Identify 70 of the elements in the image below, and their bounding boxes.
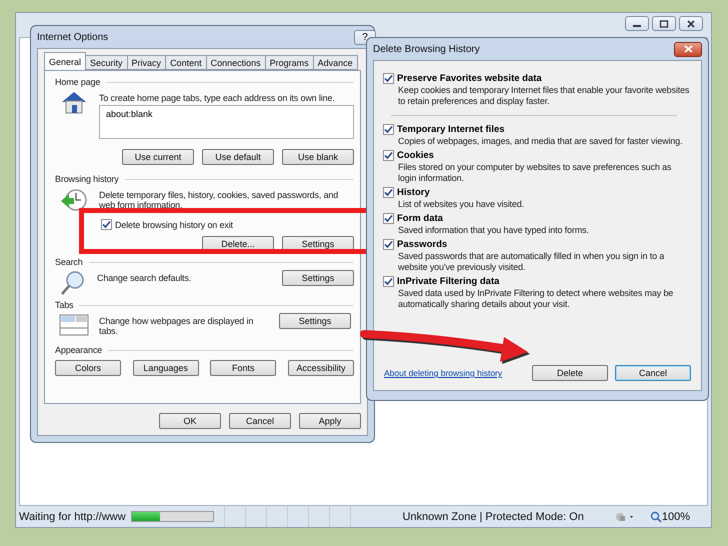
search-settings-button[interactable]: Settings xyxy=(282,270,354,286)
tab[interactable]: Privacy xyxy=(126,55,166,70)
zoom-level[interactable]: 100% xyxy=(662,510,690,522)
zoom-icon[interactable] xyxy=(650,510,662,522)
option-description: Saved passwords that are automatically filled in when you sign in to a website you've previously visited. xyxy=(398,251,666,273)
close-button[interactable] xyxy=(679,16,703,31)
group-label: Browsing history xyxy=(55,174,119,184)
close-button[interactable] xyxy=(674,42,702,56)
dialog-title: Delete Browsing History xyxy=(373,44,480,54)
checkbox-label: Delete browsing history on exit xyxy=(115,220,233,230)
maximize-button[interactable] xyxy=(652,16,676,31)
option-description: Files stored on your computer by websites to save preferences such as login information. xyxy=(398,162,672,184)
tab[interactable]: Connections xyxy=(206,55,266,70)
dialog-button[interactable]: Delete xyxy=(532,365,608,381)
appearance-button[interactable]: Languages xyxy=(132,360,199,376)
dialog-button[interactable]: Cancel xyxy=(229,413,291,429)
checkbox[interactable] xyxy=(383,213,394,224)
home-page-button[interactable]: Use blank xyxy=(282,149,354,165)
status-text: Waiting for http://www xyxy=(19,510,127,522)
dialog-button[interactable]: Apply xyxy=(299,413,361,429)
appearance-button[interactable]: Colors xyxy=(55,360,121,376)
option-label: Cookies xyxy=(397,150,434,161)
dialog-title: Internet Options xyxy=(37,32,108,42)
option-label: InPrivate Filtering data xyxy=(397,276,500,287)
dialog-button[interactable]: OK xyxy=(159,413,221,429)
option-description: List of websites you have visited. xyxy=(398,199,525,210)
option-description: Saved data used by InPrivate Filtering to detect where websites may be automatically sharing details about your visit. xyxy=(398,288,674,310)
tabs-text: Change how webpages are displayed in tabs. xyxy=(99,316,254,336)
close-icon xyxy=(684,45,692,53)
checkbox[interactable] xyxy=(383,187,394,198)
option-label: Form data xyxy=(397,213,443,224)
minimize-button[interactable] xyxy=(625,16,649,31)
help-link[interactable]: About deleting browsing history xyxy=(384,368,502,378)
home-page-button[interactable]: Use default xyxy=(202,149,274,165)
appearance-button[interactable]: Fonts xyxy=(210,360,276,376)
option-label: Temporary Internet files xyxy=(397,124,505,135)
tabs-settings-button[interactable]: Settings xyxy=(279,313,351,329)
group-label: Appearance xyxy=(55,345,102,355)
appearance-button[interactable]: Accessibility xyxy=(288,360,354,376)
tab[interactable]: Programs xyxy=(264,55,314,70)
option-label: History xyxy=(397,187,430,198)
close-icon xyxy=(686,20,696,28)
maximize-icon xyxy=(659,20,669,28)
home-page-text: To create home page tabs, type each address on its own line. xyxy=(99,93,336,103)
checkbox[interactable] xyxy=(383,239,394,250)
tabs-icon xyxy=(59,313,89,337)
group-label: Home page xyxy=(55,77,100,87)
option-description: Saved information that you have typed into forms. xyxy=(398,225,590,236)
zone-text: Unknown Zone | Protected Mode: On xyxy=(402,510,584,522)
tab[interactable]: Advance xyxy=(312,55,358,70)
home-page-button[interactable]: Use current xyxy=(122,149,194,165)
browsing-history-text: Delete temporary files, history, cookies, saved passwords, and web form information. xyxy=(99,190,340,210)
option-label: Preserve Favorites website data xyxy=(397,73,542,84)
group-label: Tabs xyxy=(55,300,74,310)
search-text: Change search defaults. xyxy=(97,273,192,283)
dialog-button[interactable]: Cancel xyxy=(615,365,691,381)
clock-icon xyxy=(59,187,89,213)
group-label: Search xyxy=(55,257,83,267)
checkbox[interactable] xyxy=(383,124,394,135)
option-label: Passwords xyxy=(397,239,448,250)
tab[interactable]: Security xyxy=(85,55,128,70)
tab[interactable]: Content xyxy=(165,55,207,70)
tab[interactable]: General xyxy=(44,52,86,70)
checkbox[interactable] xyxy=(383,150,394,161)
option-description: Copies of webpages, images, and media that are saved for faster viewing. xyxy=(398,136,684,147)
option-description: Keep cookies and temporary Internet files that enable your favorite websites to retain preferences and display faster. xyxy=(398,85,690,107)
checkbox[interactable] xyxy=(383,276,394,287)
checkbox[interactable] xyxy=(383,73,394,84)
checkbox[interactable] xyxy=(101,219,112,230)
home-page-field[interactable]: about:blank xyxy=(99,105,354,139)
